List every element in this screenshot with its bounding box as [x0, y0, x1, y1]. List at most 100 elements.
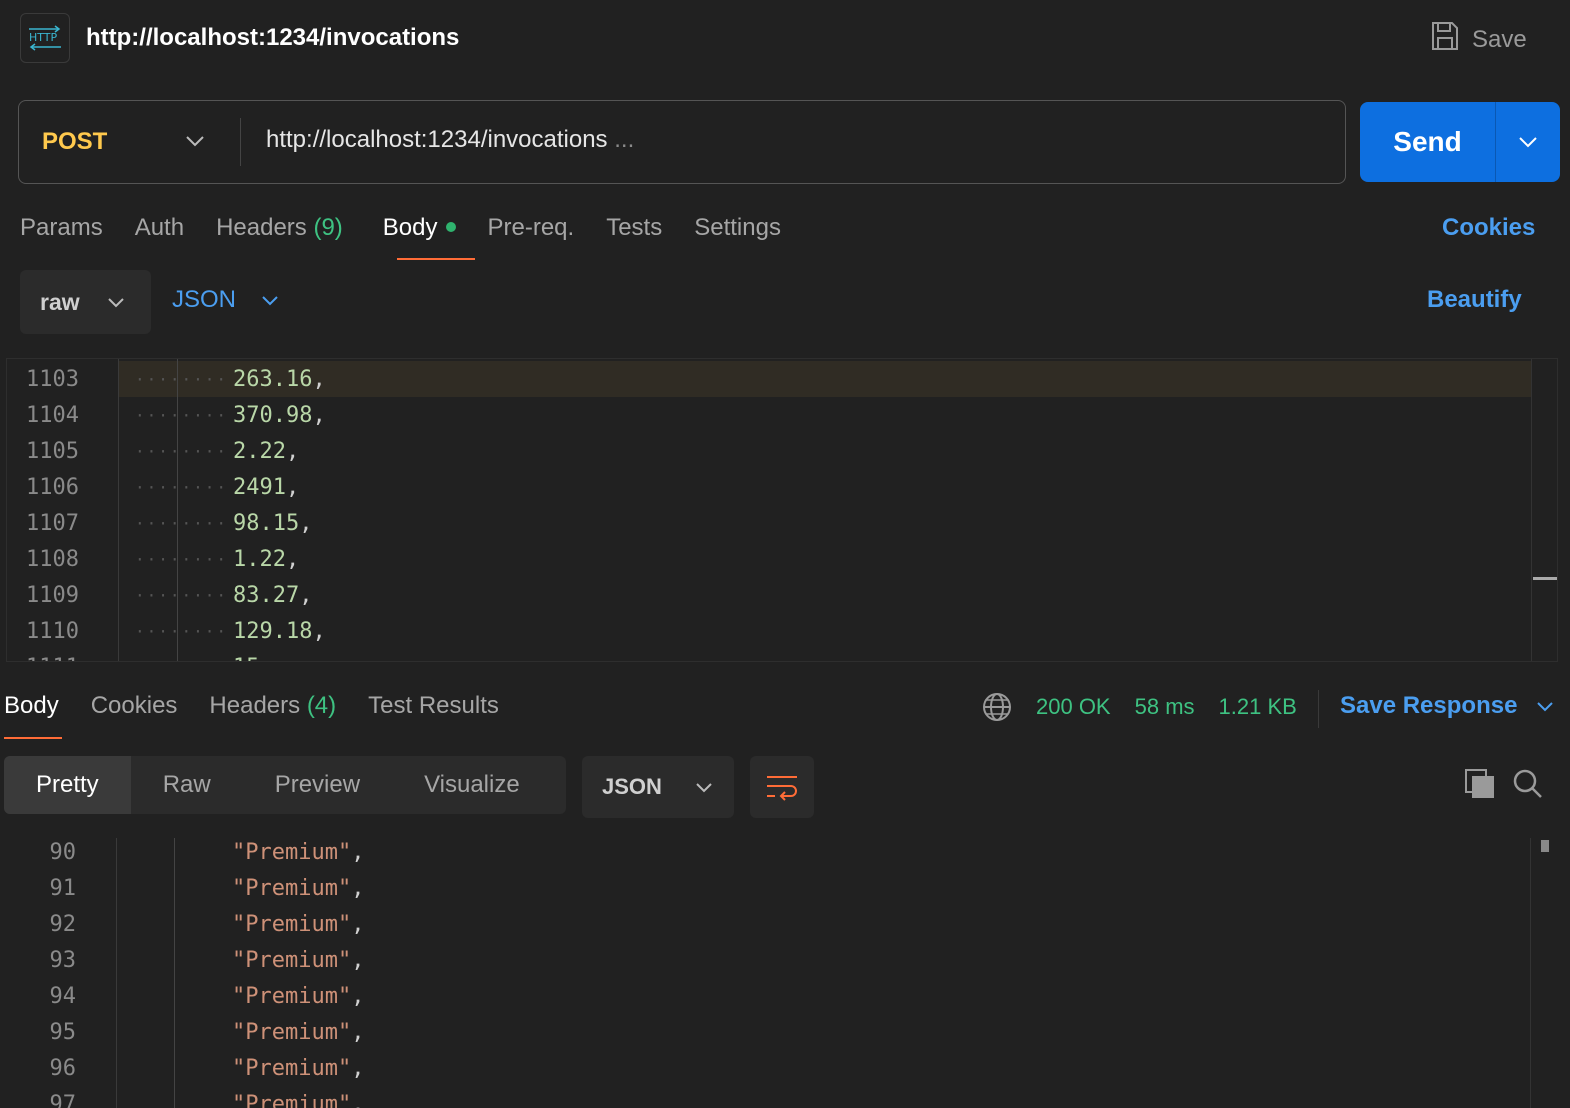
- wrap-lines-button[interactable]: [750, 756, 814, 818]
- save-response-button[interactable]: Save Response: [1340, 692, 1555, 720]
- chevron-down-icon: [262, 296, 278, 306]
- beautify-button[interactable]: Beautify: [1427, 286, 1522, 314]
- code-line[interactable]: 1107 ········ 98.15,: [7, 505, 312, 541]
- resp-tab-body[interactable]: Body: [4, 692, 59, 720]
- url-input[interactable]: http://localhost:1234/invocations ...: [266, 126, 634, 154]
- resp-tab-cookies[interactable]: Cookies: [91, 692, 178, 720]
- chevron-down-icon[interactable]: [184, 130, 206, 157]
- value-text: "Premium": [232, 839, 352, 865]
- request-tabs: Params Auth Headers (9) Body Pre-req. Te…: [20, 214, 781, 242]
- value-text: 83.27: [233, 582, 300, 608]
- response-line[interactable]: 95 "Premium",: [0, 1014, 365, 1050]
- code-line[interactable]: 1106 ········ 2491,: [7, 469, 299, 505]
- value-text: "Premium": [232, 1055, 352, 1081]
- resp-tab-test-results[interactable]: Test Results: [368, 692, 499, 720]
- code-line[interactable]: 1105 ········ 2.22,: [7, 433, 299, 469]
- request-title[interactable]: http://localhost:1234/invocations: [86, 24, 459, 52]
- code-line[interactable]: 1109 ········ 83.27,: [7, 577, 312, 613]
- method-select[interactable]: POST: [42, 128, 107, 156]
- response-line[interactable]: 92 "Premium",: [0, 906, 365, 942]
- response-line[interactable]: 93 "Premium",: [0, 942, 365, 978]
- code-line[interactable]: 1111 ········ 15,: [7, 649, 273, 662]
- whitespace-dots: ········: [135, 549, 229, 569]
- view-raw[interactable]: Raw: [131, 756, 243, 814]
- resp-tab-headers[interactable]: Headers (4): [209, 692, 336, 720]
- editor-scrollbar-thumb[interactable]: [1533, 577, 1557, 580]
- save-button[interactable]: Save: [1430, 20, 1527, 59]
- comma: ,: [312, 618, 326, 644]
- copy-icon[interactable]: [1464, 768, 1496, 805]
- code-line[interactable]: 1110 ········ 129.18,: [7, 613, 326, 649]
- whitespace-dots: ········: [135, 441, 229, 461]
- whitespace-dots: ········: [135, 658, 228, 662]
- tab-auth[interactable]: Auth: [135, 214, 184, 242]
- view-visualize[interactable]: Visualize: [392, 756, 552, 814]
- body-format-select[interactable]: JSON: [172, 286, 280, 314]
- line-number: 92: [49, 911, 77, 937]
- code-line[interactable]: 1103 ········ 263.16,: [7, 361, 326, 397]
- response-line[interactable]: 90 "Premium",: [0, 838, 365, 870]
- globe-icon[interactable]: [982, 692, 1012, 727]
- code-line[interactable]: 1104 ········ 370.98,: [7, 397, 326, 433]
- cookies-link[interactable]: Cookies: [1442, 214, 1535, 242]
- value-text: 2491: [233, 474, 286, 500]
- comma: ,: [285, 438, 300, 464]
- value-text: "Premium": [232, 983, 352, 1009]
- send-options-button[interactable]: [1495, 102, 1560, 182]
- tab-params[interactable]: Params: [20, 214, 103, 242]
- response-body-viewer[interactable]: 90 "Premium", 91 "Premium", 92 "Premium", 93 "P…: [0, 838, 1570, 1108]
- tab-tests[interactable]: Tests: [606, 214, 662, 242]
- line-number: 1104: [26, 402, 79, 428]
- view-pretty[interactable]: Pretty: [4, 756, 131, 814]
- tab-headers[interactable]: Headers (9): [216, 214, 343, 242]
- code-line[interactable]: 1108 ········ 1.22,: [7, 541, 299, 577]
- number-value: 263.16,: [233, 367, 326, 392]
- body-indicator-dot: [445, 221, 456, 232]
- body-format-label: JSON: [172, 286, 237, 313]
- svg-text:HTTP: HTTP: [29, 31, 58, 44]
- request-body-editor[interactable]: 1103 ········ 263.16, 1104 ········ 370.98, 11…: [6, 358, 1558, 662]
- tab-settings[interactable]: Settings: [694, 214, 781, 242]
- string-value: "Premium",: [232, 912, 364, 937]
- send-button[interactable]: Send: [1360, 102, 1495, 182]
- response-format-select[interactable]: JSON: [582, 756, 734, 818]
- response-time[interactable]: 58 ms: [1135, 694, 1195, 720]
- comma: ,: [351, 839, 365, 865]
- resp-scrollbar-thumb[interactable]: [1541, 840, 1549, 852]
- comma: ,: [312, 366, 326, 392]
- comma: ,: [351, 1019, 365, 1045]
- whitespace-dots: ········: [135, 513, 229, 533]
- view-preview[interactable]: Preview: [243, 756, 392, 814]
- comma: ,: [299, 510, 313, 536]
- response-line[interactable]: 91 "Premium",: [0, 870, 365, 906]
- response-size[interactable]: 1.21 KB: [1219, 694, 1297, 720]
- string-value: "Premium",: [232, 1056, 364, 1081]
- editor-scrollbar-track[interactable]: [1531, 359, 1532, 661]
- line-number: 97: [49, 1091, 77, 1108]
- line-number: 90: [49, 839, 77, 865]
- line-number: 93: [49, 947, 77, 973]
- resp-active-tab-indicator: [4, 737, 62, 739]
- value-text: "Premium": [232, 875, 352, 901]
- response-line[interactable]: 96 "Premium",: [0, 1050, 365, 1086]
- tab-headers-label: Headers: [216, 214, 307, 241]
- value-text: 98.15: [233, 510, 300, 536]
- tab-prereq[interactable]: Pre-req.: [488, 214, 575, 242]
- comma: ,: [260, 655, 273, 662]
- string-value: "Premium",: [232, 840, 364, 865]
- whitespace-dots: ········: [135, 477, 229, 497]
- active-line-highlight: [119, 361, 1531, 397]
- line-number: 1110: [26, 618, 79, 644]
- response-line[interactable]: 94 "Premium",: [0, 978, 365, 1014]
- tab-body-label: Body: [382, 214, 438, 241]
- resp-scrollbar-track[interactable]: [1530, 838, 1531, 1108]
- response-line[interactable]: 97 "Premium",: [0, 1086, 365, 1108]
- tab-body[interactable]: Body: [383, 214, 456, 242]
- search-icon[interactable]: [1512, 768, 1544, 805]
- body-mode-select[interactable]: raw: [20, 270, 151, 334]
- line-number: 1108: [26, 546, 79, 572]
- status-code[interactable]: 200 OK: [1036, 694, 1111, 720]
- url-divider: [240, 118, 241, 166]
- comma: ,: [351, 1091, 365, 1108]
- response-format-label: JSON: [602, 774, 662, 799]
